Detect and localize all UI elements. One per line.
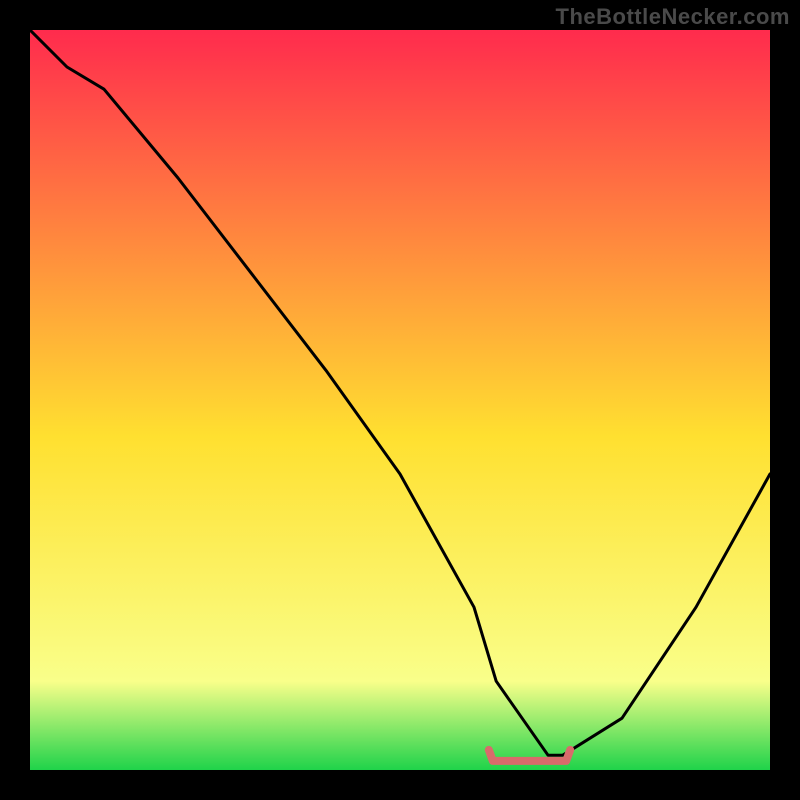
watermark-text: TheBottleNecker.com	[556, 4, 790, 30]
chart-frame: TheBottleNecker.com	[0, 0, 800, 800]
plot-area	[30, 30, 770, 770]
bottleneck-chart	[30, 30, 770, 770]
